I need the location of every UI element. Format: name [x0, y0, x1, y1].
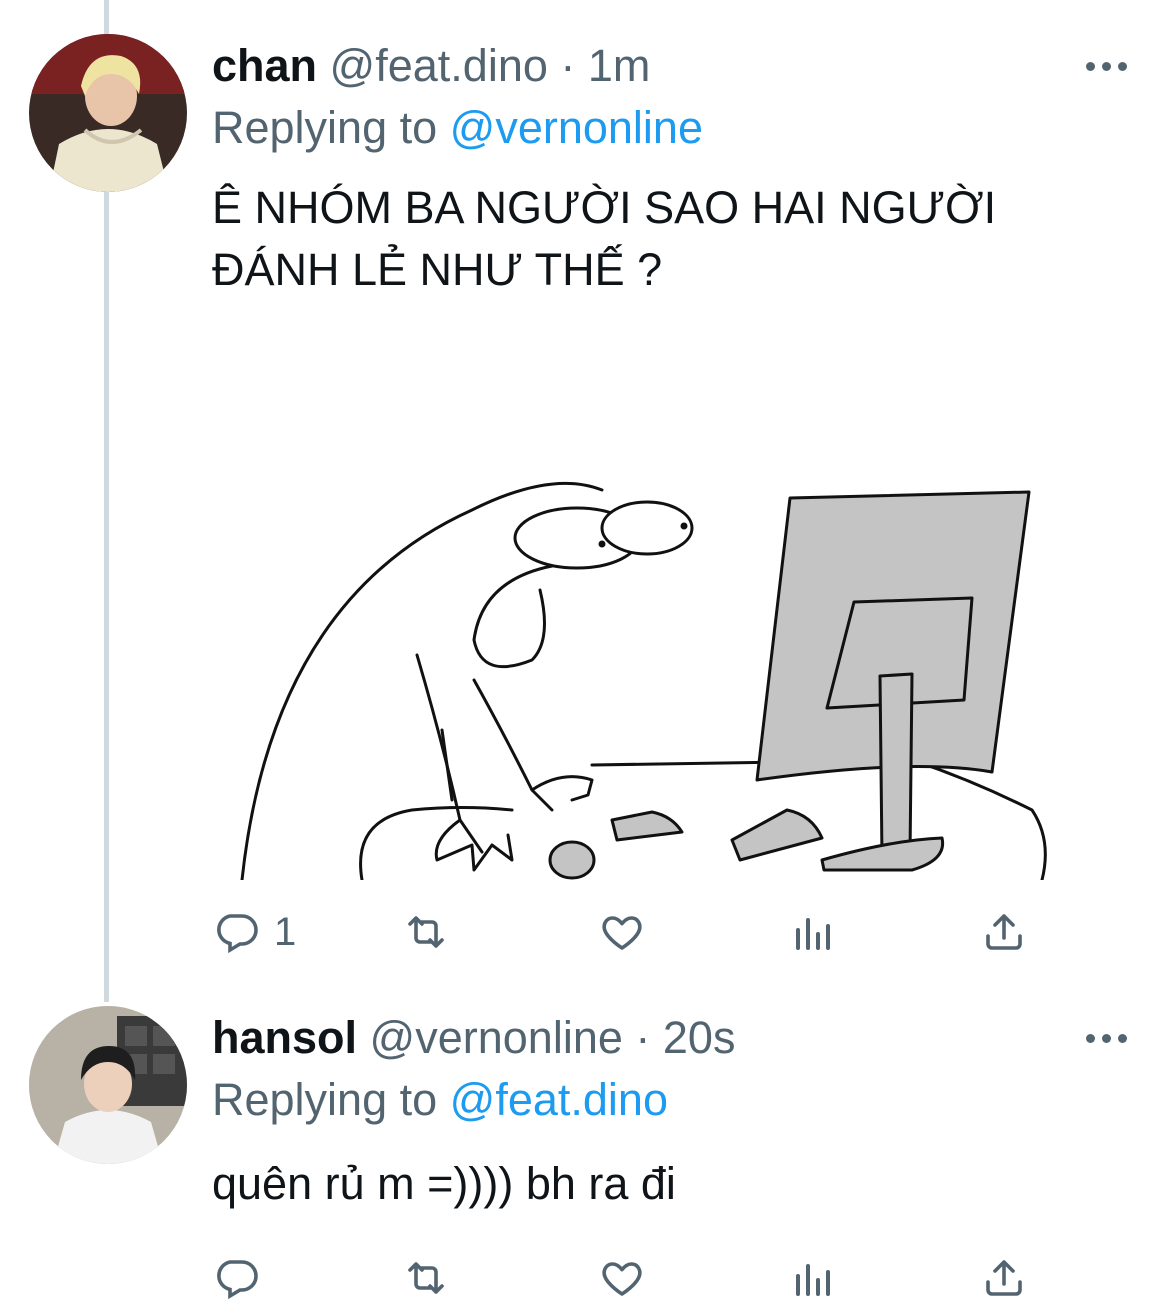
analytics-button[interactable]: [788, 1248, 836, 1308]
display-name[interactable]: chan: [212, 40, 317, 91]
retweet-icon: [408, 916, 444, 948]
heart-icon: [602, 1262, 642, 1296]
heart-icon: [602, 916, 642, 950]
drawing-illustration: [212, 340, 1088, 880]
analytics-button[interactable]: [788, 902, 836, 962]
tweet-text-line: Ê NHÓM BA NGƯỜI SAO HAI NGƯỜI: [212, 182, 997, 233]
retweet-button[interactable]: [402, 1248, 464, 1308]
replying-to-label: Replying to: [212, 1074, 438, 1125]
reply-icon: [217, 1260, 258, 1300]
more-icon[interactable]: [1086, 59, 1128, 73]
analytics-icon: [796, 918, 830, 950]
replying-to: Replying to @vernonline: [212, 100, 703, 156]
tweet-header: hansol @vernonline · 20s: [212, 1010, 735, 1066]
display-name[interactable]: hansol: [212, 1012, 357, 1063]
tweet-text-line: quên rủ m =)))) bh ra đi: [212, 1158, 676, 1209]
share-button[interactable]: [980, 1248, 1028, 1308]
avatar[interactable]: [29, 34, 187, 192]
user-handle[interactable]: @vernonline: [370, 1012, 623, 1063]
retweet-icon: [408, 1262, 444, 1294]
retweet-button[interactable]: [402, 902, 464, 962]
avatar[interactable]: [29, 1006, 187, 1164]
tweet-text-line: ĐÁNH LẺ NHƯ THẾ ?: [212, 244, 663, 295]
reply-count: 1: [274, 909, 297, 954]
share-button[interactable]: [980, 902, 1028, 962]
tweet-media-image[interactable]: [212, 340, 1088, 880]
more-icon[interactable]: [1086, 1031, 1128, 1045]
user-handle[interactable]: @feat.dino: [330, 40, 548, 91]
analytics-icon: [796, 1264, 830, 1296]
reply-button[interactable]: 1: [212, 902, 296, 962]
tweet-text: Ê NHÓM BA NGƯỜI SAO HAI NGƯỜI ĐÁNH LẺ NH…: [212, 177, 996, 301]
tweet-actions: [212, 1248, 1092, 1308]
tweet-text: quên rủ m =)))) bh ra đi: [212, 1153, 676, 1215]
like-button[interactable]: [598, 1248, 660, 1308]
reply-button[interactable]: [212, 1248, 274, 1308]
share-icon: [986, 1260, 1022, 1296]
replying-to-handle[interactable]: @feat.dino: [450, 1074, 668, 1125]
separator-dot: ·: [560, 40, 576, 91]
timestamp[interactable]: 1m: [588, 40, 651, 91]
separator-dot: ·: [635, 1012, 651, 1063]
like-button[interactable]: [598, 902, 660, 962]
tweet-actions: 1: [212, 902, 1092, 962]
replying-to-handle[interactable]: @vernonline: [450, 102, 703, 153]
tweet-header: chan @feat.dino · 1m: [212, 38, 650, 94]
replying-to-label: Replying to: [212, 102, 438, 153]
share-icon: [986, 914, 1022, 950]
reply-icon: [217, 914, 258, 954]
replying-to: Replying to @feat.dino: [212, 1072, 668, 1128]
timestamp[interactable]: 20s: [663, 1012, 736, 1063]
